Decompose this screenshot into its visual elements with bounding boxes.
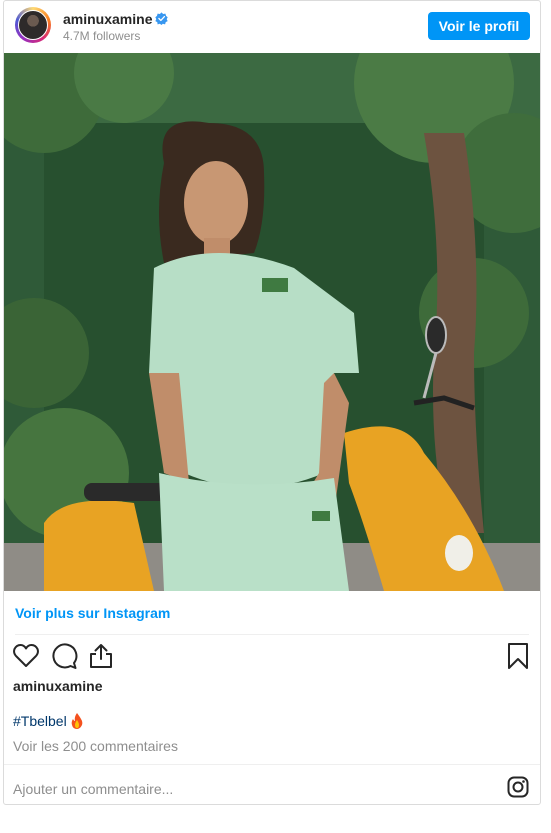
comment-icon[interactable] bbox=[50, 642, 78, 670]
instagram-embed-card: aminuxamine 4.7M followers Voir le profi… bbox=[3, 0, 541, 805]
verified-badge-icon bbox=[155, 12, 168, 25]
instagram-icon[interactable] bbox=[507, 776, 529, 798]
heart-icon[interactable] bbox=[12, 642, 40, 670]
avatar[interactable] bbox=[15, 7, 51, 43]
view-profile-button[interactable]: Voir le profil bbox=[428, 12, 530, 40]
view-comments-link[interactable]: Voir les 200 commentaires bbox=[13, 738, 178, 754]
add-comment-input[interactable]: Ajouter un commentaire... bbox=[13, 781, 173, 797]
share-icon[interactable] bbox=[87, 642, 115, 670]
follower-count: 4.7M followers bbox=[63, 29, 141, 43]
caption-username[interactable]: aminuxamine bbox=[13, 678, 102, 694]
fire-emoji-icon bbox=[71, 713, 83, 729]
divider bbox=[4, 764, 540, 765]
avatar-image bbox=[18, 10, 48, 40]
post-image[interactable] bbox=[4, 53, 540, 591]
bookmark-icon[interactable] bbox=[506, 642, 530, 670]
divider bbox=[15, 634, 529, 635]
hashtag-link[interactable]: #Tbelbel bbox=[13, 713, 67, 729]
post-header: aminuxamine 4.7M followers Voir le profi… bbox=[4, 1, 540, 53]
post-photo-illustration bbox=[4, 53, 540, 591]
see-more-instagram-link[interactable]: Voir plus sur Instagram bbox=[15, 605, 170, 621]
username[interactable]: aminuxamine bbox=[63, 11, 152, 27]
